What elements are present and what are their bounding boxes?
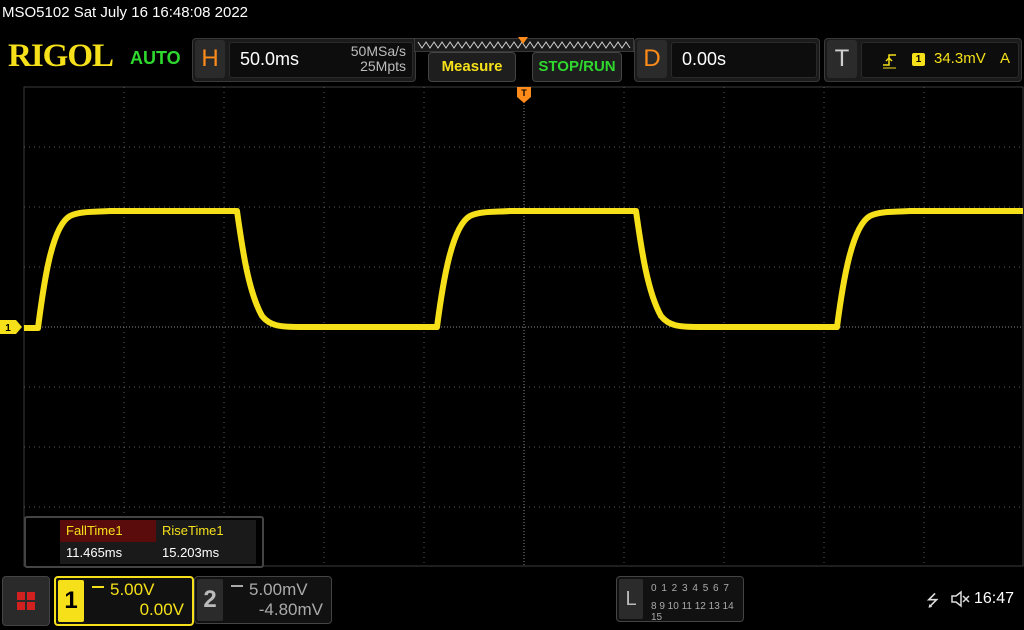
- trigger-mode-indicator[interactable]: AUTO: [130, 48, 181, 69]
- digital-channels-low: 0 1 2 3 4 5 6 7: [651, 583, 730, 594]
- channel1-offset: 0.00V: [139, 600, 184, 619]
- stop-run-button[interactable]: STOP/RUN: [532, 52, 622, 82]
- timebase-scale: 50.0ms: [240, 49, 300, 69]
- status-line: MSO5102 Sat July 16 16:48:08 2022: [2, 4, 249, 21]
- trigger-readout: 1 34.3mV A: [861, 42, 1019, 78]
- dc-coupling-icon: [92, 586, 104, 594]
- logic-analyzer-label: L: [619, 579, 643, 619]
- sample-rate: 50MSa/s: [350, 43, 406, 59]
- logic-analyzer-panel[interactable]: L 0 1 2 3 4 5 6 7 8 9 10 11 12 13 14 15: [616, 576, 744, 623]
- trigger-position-marker[interactable]: T: [517, 87, 531, 103]
- sample-info: 50MSa/s 25Mpts: [351, 44, 406, 74]
- dc-coupling-icon: [231, 585, 243, 593]
- menu-grid-icon: [17, 592, 35, 610]
- measure-button[interactable]: Measure: [428, 52, 516, 82]
- system-clock: 16:47: [974, 590, 1015, 607]
- channel1-panel[interactable]: 1 5.00V 0.00V: [54, 576, 194, 626]
- channel2-panel[interactable]: 2 5.00mV -4.80mV: [194, 576, 332, 624]
- fall-time-value: 11.465ms: [60, 542, 156, 564]
- channel1-marker-label: 1: [5, 323, 11, 334]
- rising-edge-icon: [883, 54, 896, 69]
- main-menu-button[interactable]: [2, 576, 50, 626]
- brand-logo: RIGOL: [8, 38, 114, 74]
- center-axes: [24, 87, 1023, 566]
- delay-value: 0.00s: [682, 49, 727, 69]
- horizontal-panel[interactable]: H 50.0ms 50MSa/s 25Mpts: [192, 38, 416, 82]
- trigger-panel[interactable]: T 1 34.3mV A: [824, 38, 1022, 82]
- rise-time-value: 15.203ms: [156, 542, 256, 564]
- memory-position-marker: [518, 37, 528, 44]
- delay-readout: 0.00s: [671, 42, 817, 78]
- channel2-scale: 5.00mV: [249, 580, 308, 599]
- channel2-number: 2: [197, 579, 223, 621]
- trigger-source-badge: 1: [912, 53, 925, 66]
- delay-panel[interactable]: D 0.00s: [634, 38, 820, 82]
- channel2-offset: -4.80mV: [258, 600, 323, 619]
- delay-label: D: [637, 40, 667, 78]
- usb-icon: ⭍: [926, 593, 940, 610]
- fall-time-label: FallTime1: [60, 520, 156, 542]
- waveform-display[interactable]: T 1: [0, 86, 1024, 568]
- horizontal-readout: 50.0ms 50MSa/s 25Mpts: [229, 42, 413, 78]
- channel1-ground-marker[interactable]: 1: [0, 320, 22, 334]
- trigger-coupling: A: [1000, 50, 1011, 67]
- channel1-number: 1: [58, 580, 84, 622]
- digital-channels-high: 8 9 10 11 12 13 14 15: [651, 601, 734, 623]
- rise-time-label: RiseTime1: [156, 520, 256, 542]
- channel1-scale: 5.00V: [110, 580, 155, 599]
- measurement-table[interactable]: FallTime1 RiseTime1 11.465ms 15.203ms: [24, 516, 264, 568]
- trigger-level: 34.3mV: [934, 50, 986, 67]
- horizontal-label: H: [195, 40, 225, 78]
- trigger-label: T: [827, 40, 857, 78]
- speaker-muted-icon[interactable]: [950, 590, 970, 608]
- memory-depth: 25Mpts: [360, 58, 406, 74]
- svg-text:T: T: [521, 88, 527, 98]
